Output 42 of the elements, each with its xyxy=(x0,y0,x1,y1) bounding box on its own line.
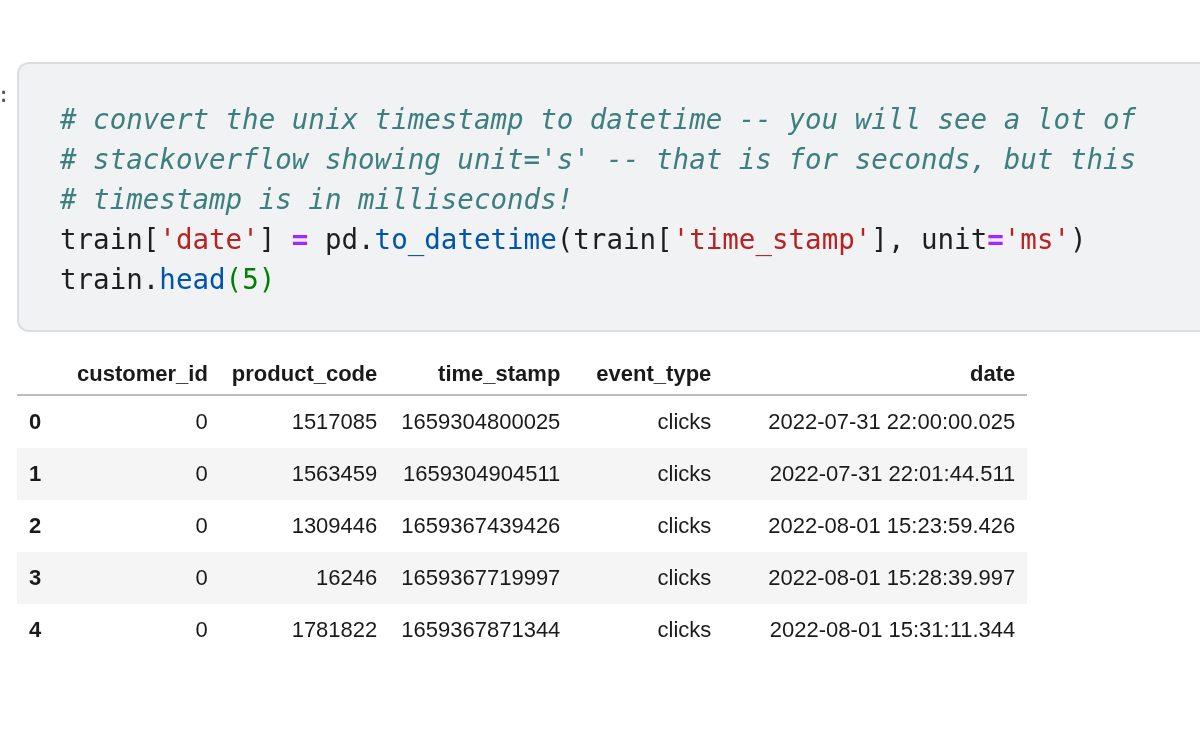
code-line: train['date'] = pd.to_datetime(train['time_stamp'], unit='ms') xyxy=(60,222,1088,258)
table-cell: 1309446 xyxy=(291,513,378,538)
code-line: train.head(5) xyxy=(60,262,277,297)
column-header: date xyxy=(970,361,1016,386)
table-cell: 1517085 xyxy=(291,409,378,434)
table-cell: clicks xyxy=(657,461,712,486)
row-index: 4 xyxy=(29,617,42,642)
table-cell: clicks xyxy=(657,409,712,434)
row-index: 2 xyxy=(29,513,42,538)
row-index: 0 xyxy=(29,409,42,434)
table-cell: 0 xyxy=(195,513,208,538)
table-cell: 1659304904511 xyxy=(402,461,561,486)
table-cell: 1659367439426 xyxy=(401,513,561,538)
table-cell: clicks xyxy=(657,565,712,590)
table-cell: 0 xyxy=(195,617,208,642)
code-line: # convert the unix timestamp to datetime -- you will see a lot of xyxy=(60,102,1138,137)
column-header: customer_id xyxy=(77,361,208,386)
table-cell: 2022-08-01 15:28:39.997 xyxy=(768,565,1016,590)
table-cell: 16246 xyxy=(316,565,378,590)
column-header: event_type xyxy=(596,361,712,386)
table-cell: 0 xyxy=(195,409,208,434)
code-line: # stackoverflow showing unit='s' -- that is for seconds, but this xyxy=(60,142,1138,177)
table-cell: 0 xyxy=(195,461,208,486)
column-header: product_code xyxy=(231,361,378,386)
table-cell: 2022-08-01 15:23:59.426 xyxy=(768,513,1016,538)
code-cell[interactable] xyxy=(17,62,1200,332)
row-index: 3 xyxy=(29,565,42,590)
column-header: time_stamp xyxy=(438,361,561,386)
table-cell: 1659367871344 xyxy=(401,617,561,642)
row-index: 1 xyxy=(29,461,42,486)
table-cell: clicks xyxy=(657,617,712,642)
table-cell: 1659304800025 xyxy=(401,409,561,434)
cell-prompt: : xyxy=(0,82,11,107)
table-cell: 1659367719997 xyxy=(401,565,561,590)
code-line: # timestamp is in milliseconds! xyxy=(60,182,575,217)
table-cell: clicks xyxy=(657,513,712,538)
table-cell: 2022-07-31 22:00:00.025 xyxy=(768,409,1016,434)
table-cell: 1781822 xyxy=(291,617,378,642)
table-cell: 2022-07-31 22:01:44.511 xyxy=(769,461,1016,486)
table-cell: 2022-08-01 15:31:11.344 xyxy=(769,617,1016,642)
table-cell: 1563459 xyxy=(291,461,378,486)
table-cell: 0 xyxy=(195,565,208,590)
